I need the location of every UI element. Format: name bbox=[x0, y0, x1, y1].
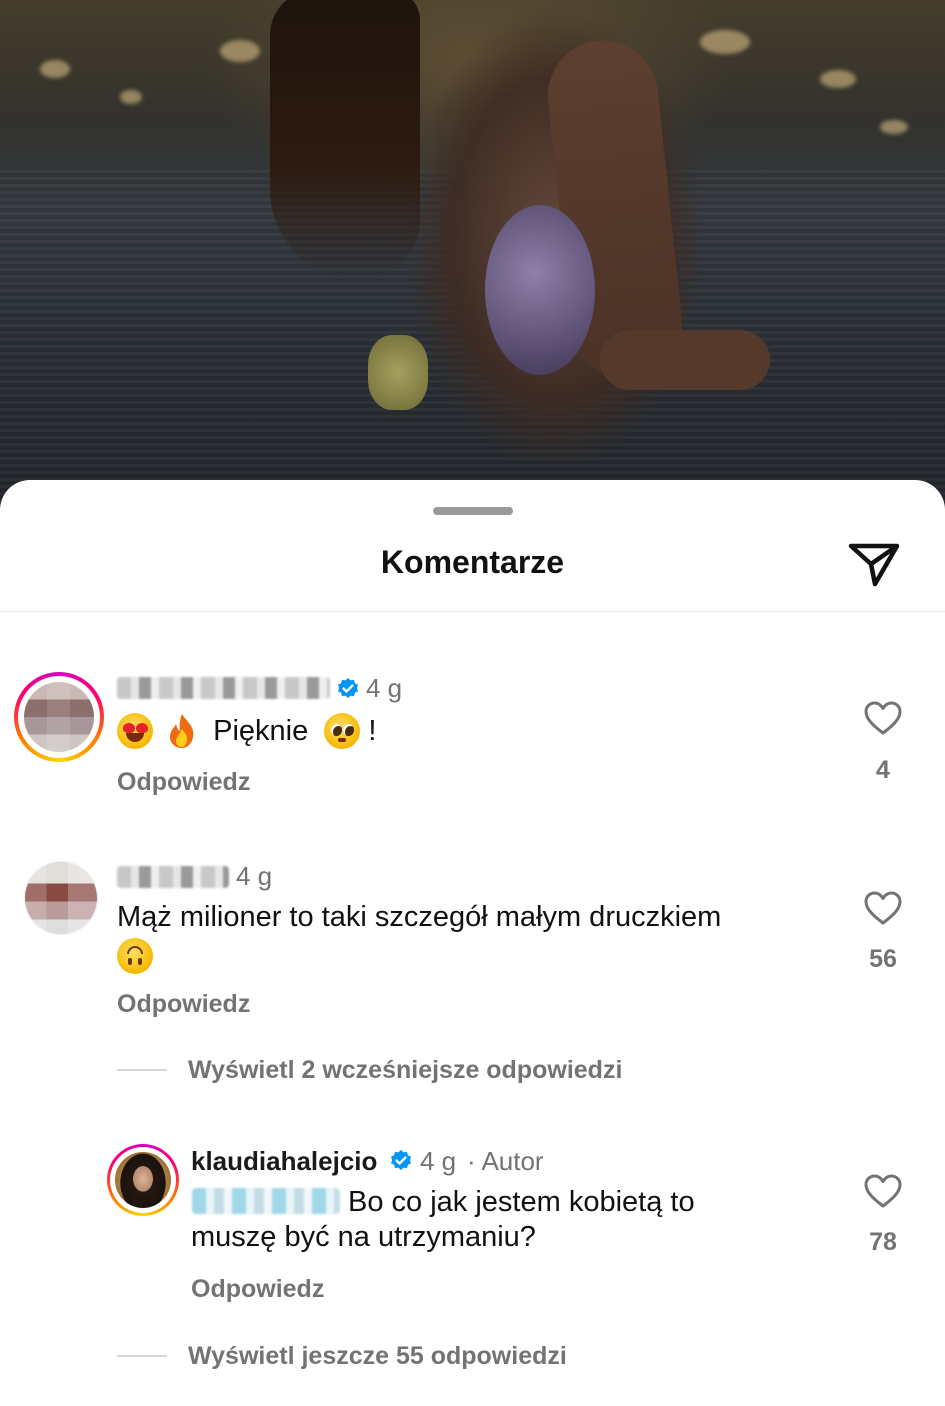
avatar-klaudiahalejcio[interactable] bbox=[107, 1144, 179, 1216]
reply-time: 4 g bbox=[420, 1146, 457, 1176]
like-count: 4 bbox=[876, 756, 890, 784]
heart-icon[interactable] bbox=[863, 890, 903, 926]
photo-forearm bbox=[600, 330, 770, 390]
reply-text-line1: Bo co jak jestem kobietą to bbox=[348, 1186, 695, 1218]
avatar[interactable] bbox=[14, 672, 104, 762]
upside-down-face-emoji bbox=[117, 938, 153, 975]
photo-sparkle bbox=[220, 40, 260, 62]
heart-eyes-emoji bbox=[117, 713, 153, 750]
comment-text-suffix: ! bbox=[368, 714, 377, 747]
photo-sparkle bbox=[820, 70, 856, 88]
like-count: 78 bbox=[869, 1228, 897, 1256]
heart-icon[interactable] bbox=[863, 1173, 903, 1209]
fire-emoji bbox=[167, 713, 197, 749]
reply-text-line2: muszę być na utrzymaniu? bbox=[191, 1221, 536, 1253]
verified-badge-icon bbox=[338, 678, 358, 698]
verified-badge-icon bbox=[391, 1150, 411, 1170]
replies-divider-line bbox=[117, 1355, 167, 1357]
photo-sparkle bbox=[700, 30, 750, 54]
comment-time: 4 g bbox=[366, 673, 403, 703]
comments-sheet: Komentarze 4 g Pięknie ! Odpowiedz 4 4 g… bbox=[0, 480, 945, 1406]
reply-button[interactable]: Odpowiedz bbox=[191, 1275, 324, 1304]
heart-icon[interactable] bbox=[863, 700, 903, 736]
post-photo-background bbox=[0, 0, 945, 520]
comment-text: Mąż milioner to taki szczegół małym druc… bbox=[117, 899, 817, 975]
author-label: · Autor bbox=[467, 1146, 544, 1176]
share-button[interactable] bbox=[846, 540, 902, 588]
like-count: 56 bbox=[869, 945, 897, 973]
header-divider bbox=[0, 611, 945, 612]
pleading-face-emoji bbox=[324, 713, 361, 750]
paper-plane-icon bbox=[848, 543, 900, 587]
reply-button[interactable]: Odpowiedz bbox=[117, 768, 250, 797]
comment-username-redacted[interactable] bbox=[117, 866, 229, 888]
view-more-replies-button[interactable]: Wyświetl jeszcze 55 odpowiedzi bbox=[188, 1342, 567, 1371]
comment-text-body: Pięknie bbox=[213, 714, 309, 747]
mention-redacted[interactable] bbox=[192, 1188, 340, 1214]
photo-flower-top bbox=[485, 205, 595, 375]
replies-divider-line bbox=[117, 1069, 167, 1071]
photo-sparkle bbox=[120, 90, 142, 104]
comment-text-body: Mąż milioner to taki szczegół małym druc… bbox=[117, 901, 722, 933]
comment-username-redacted[interactable] bbox=[117, 677, 330, 699]
sheet-title: Komentarze bbox=[380, 544, 565, 580]
photo-sparkle bbox=[40, 60, 70, 78]
comment-text: Pięknie ! bbox=[117, 712, 376, 750]
reply-username[interactable]: klaudiahalejcio bbox=[191, 1146, 377, 1177]
view-earlier-replies-button[interactable]: Wyświetl 2 wcześniejsze odpowiedzi bbox=[188, 1056, 622, 1085]
comment-time: 4 g bbox=[236, 861, 273, 891]
reply-button[interactable]: Odpowiedz bbox=[117, 990, 250, 1019]
photo-sparkle bbox=[880, 120, 908, 134]
sheet-drag-handle[interactable] bbox=[433, 507, 513, 515]
photo-bikini bbox=[368, 335, 428, 410]
photo-hair bbox=[270, 0, 420, 280]
avatar[interactable] bbox=[24, 861, 98, 935]
